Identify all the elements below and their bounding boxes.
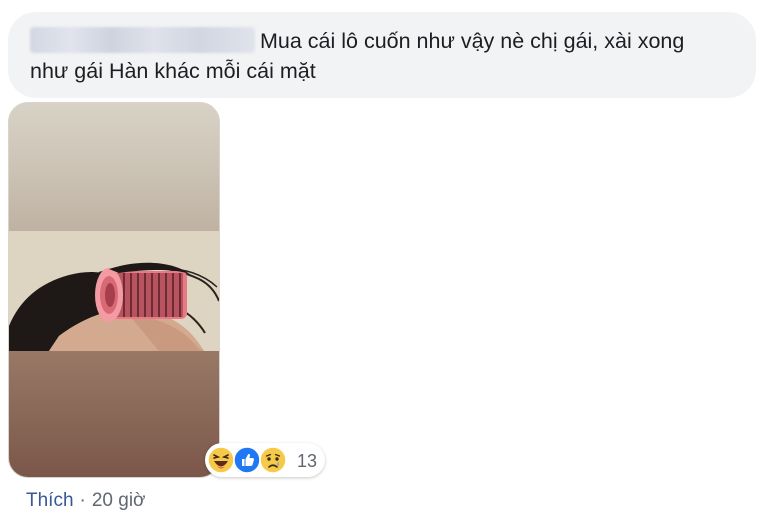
- comment-timestamp[interactable]: 20 giờ: [92, 490, 146, 511]
- comment-actions: Thích · 20 giờ: [26, 490, 146, 512]
- comment-bubble: Mua cái lô cuốn như vậy nè chị gái, xài …: [8, 12, 756, 98]
- comment-photo[interactable]: [8, 102, 220, 478]
- photo-hair-roller: [9, 231, 219, 351]
- reactions-summary[interactable]: 13: [205, 443, 325, 477]
- comment-text: Mua cái lô cuốn như vậy nè chị gái, xài …: [30, 26, 750, 86]
- comment-text-line1: Mua cái lô cuốn như vậy nè chị gái, xài …: [260, 29, 685, 53]
- photo-top-band: [9, 103, 219, 231]
- separator: ·: [79, 490, 86, 511]
- haha-icon: [207, 446, 235, 474]
- comment-text-line2: như gái Hàn khác mỗi cái mặt: [30, 59, 316, 83]
- commenter-name-blurred[interactable]: [30, 27, 255, 53]
- like-icon: [233, 446, 261, 474]
- like-link[interactable]: Thích: [26, 490, 74, 511]
- sad-icon: [259, 446, 287, 474]
- reaction-count: 13: [297, 451, 318, 471]
- photo-bottom-band: [9, 351, 219, 477]
